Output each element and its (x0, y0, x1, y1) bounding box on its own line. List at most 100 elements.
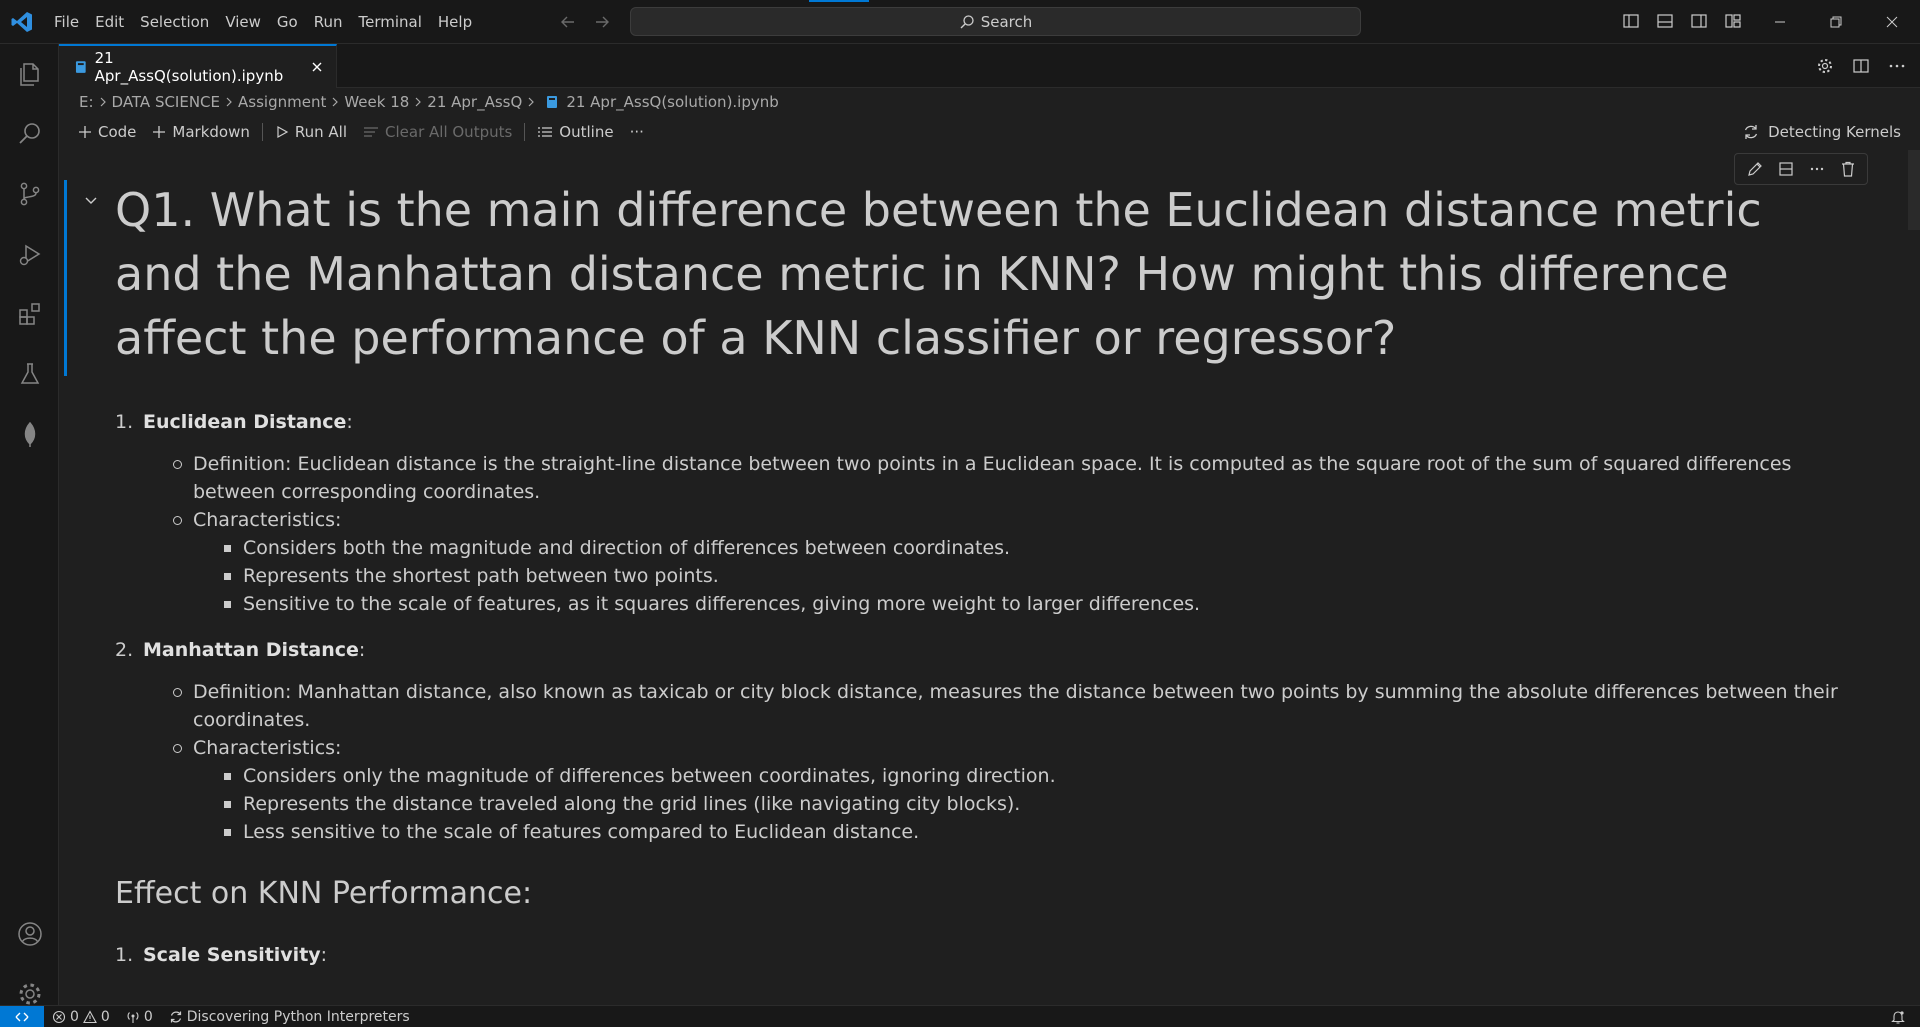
toolbar-more-button[interactable]: ··· (622, 123, 652, 141)
error-icon (52, 1010, 66, 1023)
notebook-settings-gear-icon[interactable] (1812, 53, 1838, 79)
item-suffix: : (358, 639, 366, 661)
characteristics-bullet: Characteristics: Considers both the magn… (173, 506, 1855, 618)
plus-icon (79, 126, 91, 138)
characteristic-item: Represents the distance traveled along t… (224, 790, 1855, 818)
menu-selection[interactable]: Selection (132, 0, 217, 44)
breadcrumb-folder[interactable]: DATA SCIENCE (112, 93, 220, 111)
back-arrow-icon[interactable] (558, 10, 578, 34)
list-number: 1. (115, 944, 134, 966)
tab-notebook[interactable]: 21 Apr_AssQ(solution).ipynb (59, 44, 337, 88)
tab-label: 21 Apr_AssQ(solution).ipynb (94, 49, 284, 85)
toolbar-divider (261, 123, 263, 141)
add-code-label: Code (98, 123, 137, 141)
error-count: 0 (70, 1008, 79, 1025)
add-markdown-cell-button[interactable]: Markdown (144, 123, 257, 141)
collapse-cell-chevron-down-icon[interactable] (82, 192, 100, 210)
menu-file[interactable]: File (44, 0, 87, 44)
python-discovery-label: Discovering Python Interpreters (186, 1008, 410, 1025)
notebook-file-icon (75, 61, 86, 73)
explorer-icon[interactable] (0, 46, 59, 102)
ports-indicator[interactable]: 0 (118, 1009, 161, 1025)
clear-outputs-icon (364, 127, 379, 137)
menu-terminal[interactable]: Terminal (351, 0, 430, 44)
outline-button[interactable]: Outline (529, 123, 621, 141)
characteristics-bullet: Characteristics: Considers only the magn… (173, 734, 1855, 846)
chevron-right-icon (224, 96, 234, 108)
toggle-primary-sidebar-icon[interactable] (1618, 8, 1644, 34)
sync-icon (1744, 125, 1758, 139)
list-item-manhattan: 2. Manhattan Distance: Definition: Manha… (115, 636, 1855, 846)
split-editor-icon[interactable] (1848, 53, 1874, 79)
forward-arrow-icon[interactable] (592, 10, 612, 34)
section-heading: Effect on KNN Performance: (115, 876, 533, 911)
menu-edit[interactable]: Edit (87, 0, 132, 44)
definition-bullet: Definition: Manhattan distance, also kno… (173, 678, 1855, 734)
customize-layout-icon[interactable] (1720, 8, 1746, 34)
kernel-picker[interactable]: Detecting Kernels (1742, 118, 1901, 146)
breadcrumb: E: DATA SCIENCE Assignment Week 18 21 Ap… (79, 90, 779, 114)
run-debug-icon[interactable] (0, 226, 59, 282)
source-control-icon[interactable] (0, 166, 59, 222)
chevron-right-icon (330, 96, 340, 108)
numbered-list: 1. Scale Sensitivity: (115, 941, 1855, 969)
testing-icon[interactable] (0, 346, 59, 402)
add-markdown-label: Markdown (172, 123, 250, 141)
close-window-icon[interactable] (1864, 0, 1920, 44)
characteristic-item: Considers only the magnitude of differen… (224, 762, 1855, 790)
remote-indicator[interactable] (0, 1005, 44, 1027)
run-all-icon (277, 125, 289, 139)
list-number: 2. (115, 639, 134, 661)
status-bar: 0 0 0 Discovering Python Interpreters (0, 1005, 1920, 1027)
window-controls (1752, 0, 1920, 44)
toggle-secondary-sidebar-icon[interactable] (1686, 8, 1712, 34)
characteristic-item: Considers both the magnitude and directi… (224, 534, 1855, 562)
notebook-file-icon (547, 96, 558, 108)
editor-tabs: 21 Apr_AssQ(solution).ipynb (59, 44, 1920, 88)
editor-actions (1812, 53, 1910, 79)
command-center-search[interactable]: Search (630, 7, 1361, 36)
breadcrumb-folder[interactable]: Week 18 (344, 93, 409, 111)
notebook-toolbar: Code Markdown Run All Clear All Outputs … (70, 118, 652, 146)
more-label: ··· (629, 123, 644, 141)
run-all-button[interactable]: Run All (267, 123, 355, 141)
definition-bullet: Definition: Euclidean distance is the st… (173, 450, 1855, 506)
more-actions-icon[interactable] (1884, 53, 1910, 79)
characteristics-label: Characteristics: (193, 737, 342, 759)
breadcrumb-drive[interactable]: E: (79, 93, 94, 111)
menu-bar: File Edit Selection View Go Run Terminal… (44, 0, 480, 44)
characteristic-item: Less sensitive to the scale of features … (224, 818, 1855, 846)
chevron-right-icon (526, 96, 536, 108)
item-suffix: : (346, 411, 353, 433)
outline-label: Outline (559, 123, 614, 141)
characteristic-item: Represents the shortest path between two… (224, 562, 1855, 590)
add-code-cell-button[interactable]: Code (70, 123, 144, 141)
scrollbar-thumb[interactable] (1908, 150, 1920, 230)
vscode-logo-icon (11, 12, 32, 32)
toggle-panel-icon[interactable] (1652, 8, 1678, 34)
python-discovery-status[interactable]: Discovering Python Interpreters (161, 1009, 418, 1025)
accounts-icon[interactable] (0, 906, 59, 962)
outline-list-icon (538, 127, 553, 137)
cell-focus-indicator (64, 180, 67, 376)
menu-run[interactable]: Run (306, 0, 351, 44)
breadcrumb-folder[interactable]: 21 Apr_AssQ (427, 93, 522, 111)
menu-go[interactable]: Go (269, 0, 306, 44)
activity-bar (0, 44, 59, 1005)
clear-all-outputs-button[interactable]: Clear All Outputs (355, 123, 520, 141)
breadcrumb-file[interactable]: 21 Apr_AssQ(solution).ipynb (566, 93, 778, 111)
restore-icon[interactable] (1808, 0, 1864, 44)
minimize-icon[interactable] (1752, 0, 1808, 44)
menu-view[interactable]: View (217, 0, 269, 44)
close-tab-icon[interactable] (309, 58, 326, 76)
extensions-icon[interactable] (0, 286, 59, 342)
menu-help[interactable]: Help (430, 0, 480, 44)
breadcrumb-folder[interactable]: Assignment (238, 93, 326, 111)
numbered-list: 1. Euclidean Distance: Definition: Eucli… (115, 408, 1855, 846)
title-bar: File Edit Selection View Go Run Terminal… (0, 0, 1920, 44)
search-view-icon[interactable] (0, 106, 59, 162)
problems-indicator[interactable]: 0 0 (44, 1009, 118, 1025)
mongodb-icon[interactable] (0, 406, 59, 462)
bullet-list: Definition: Manhattan distance, also kno… (143, 678, 1855, 846)
notifications-bell-icon[interactable] (1890, 1009, 1906, 1027)
